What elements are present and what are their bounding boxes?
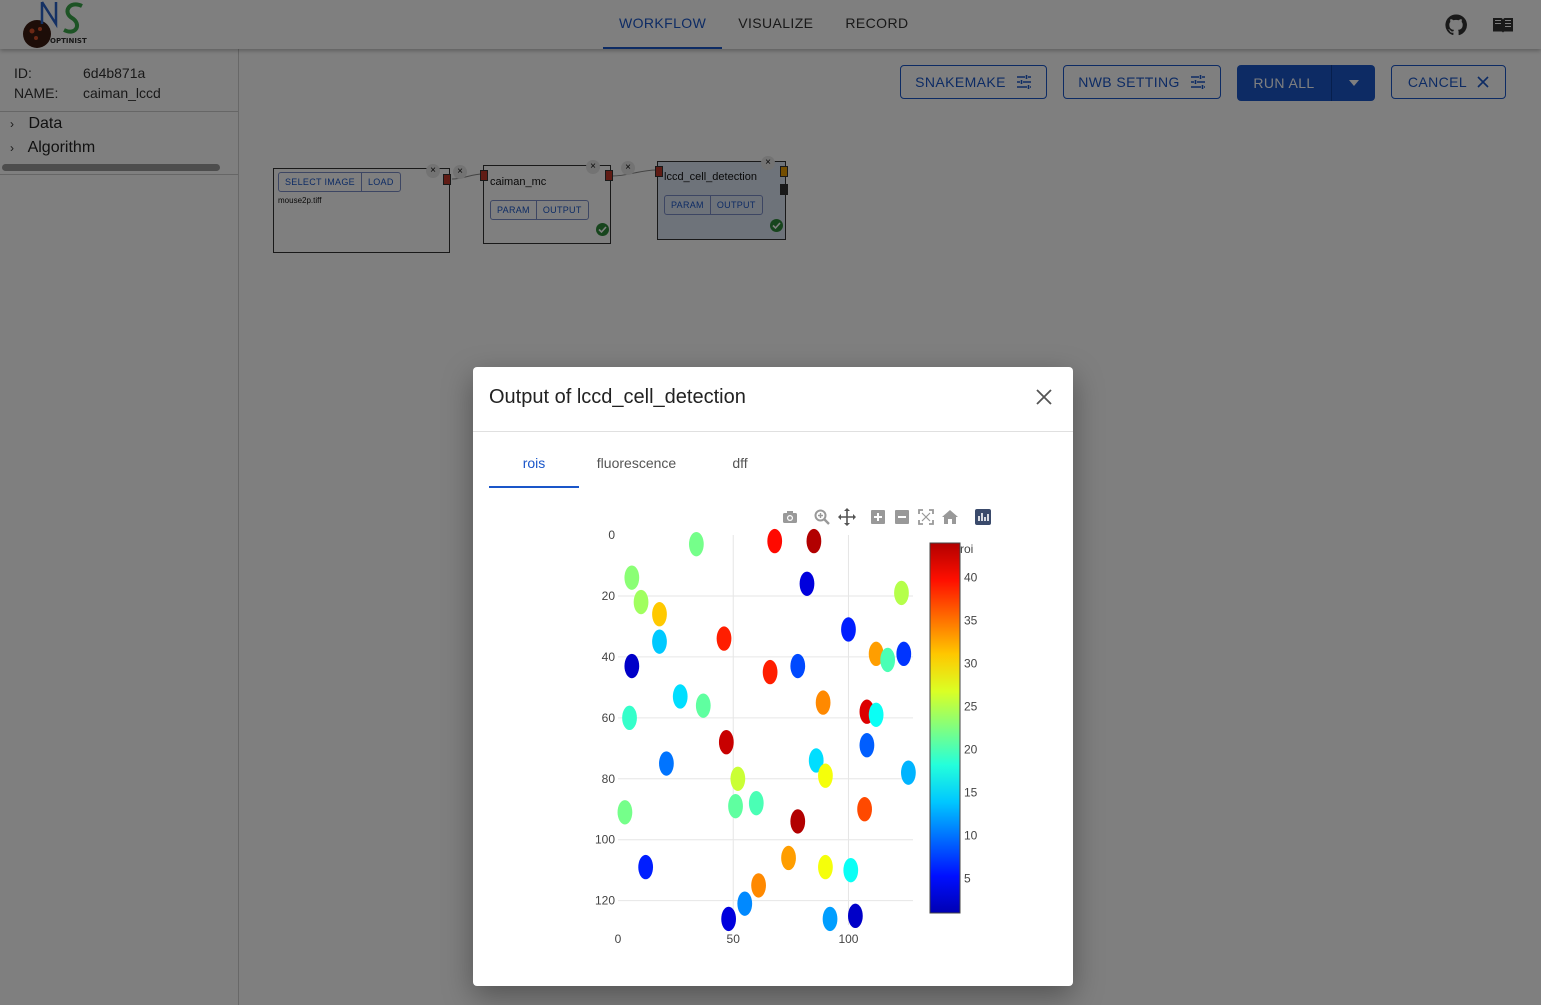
roi-cell-3 [799,571,815,596]
colorbar [929,542,961,914]
roi-cell-37 [857,797,872,822]
roi-cell-20 [748,790,764,816]
roi-cell-26 [730,766,746,791]
roi-cell-33 [781,845,796,871]
roi-cell-2 [624,653,640,679]
roi-cell-12 [822,906,838,932]
roi-cell-34 [751,873,766,898]
colorbar-tick-label: 25 [964,699,978,713]
y-tick-label: 120 [595,894,615,908]
x-tick-label: 0 [615,932,622,946]
colorbar-tick-label: 30 [964,656,978,670]
roi-cell-21 [695,693,711,718]
roi-cell-6 [841,617,856,642]
roi-cell-2 [848,903,863,929]
colorbar-title: roi [960,542,973,556]
roi-cell-11 [737,891,753,916]
y-tick-label: 0 [608,528,615,542]
roi-cell-9 [859,733,875,758]
roi-cell-39 [716,626,732,651]
y-tick-label: 40 [602,650,616,664]
colorbar-tick-label: 35 [964,613,978,627]
roi-cell-17 [843,857,859,883]
roi-cell-28 [818,854,833,880]
roi-cell-25 [894,580,909,606]
roi-cell-22 [617,800,633,825]
roi-cell-28 [818,763,833,788]
roi-cell-39 [762,659,778,685]
colorbar-tick-label: 5 [964,872,971,886]
output-dialog: Output of lccd_cell_detection rois fluor… [473,367,1073,986]
roi-cell-14 [652,629,667,654]
roi-cell-44 [806,528,822,554]
colorbar-tick-label: 20 [964,743,978,757]
roi-cell-17 [868,702,884,727]
y-tick-label: 60 [602,711,616,725]
x-tick-label: 100 [838,932,858,946]
roi-cell-21 [728,793,743,819]
roi-cell-22 [688,531,704,557]
roi-cell-40 [767,528,783,554]
rois-heatmap[interactable]: 0 50 100 0 20 40 60 80 100 120 5 10 15 20 25 30 35 40 roi [473,367,1073,986]
y-tick-label: 80 [602,772,616,786]
roi-cell-43 [718,730,734,755]
roi-cell-6 [638,854,654,880]
roi-cell-10 [659,751,674,776]
y-tick-label: 100 [595,833,615,847]
roi-cell-19 [622,705,637,730]
roi-cell-8 [790,653,806,679]
roi-cell-24 [633,589,649,615]
roi-cell-44 [790,809,806,834]
roi-cell-34 [815,690,831,715]
roi-cell-15 [672,684,688,709]
roi-cell-20 [880,647,896,673]
colorbar-tick-label: 15 [964,786,978,800]
roi-cell-31 [652,602,667,627]
roi-cell-23 [624,565,640,590]
roi-cell-13 [901,760,916,785]
y-tick-label: 20 [602,589,616,603]
x-tick-label: 50 [727,932,741,946]
roi-cell-3 [721,906,736,932]
roi-cell-7 [896,641,912,667]
colorbar-tick-label: 10 [964,829,978,843]
colorbar-tick-label: 40 [964,570,978,584]
